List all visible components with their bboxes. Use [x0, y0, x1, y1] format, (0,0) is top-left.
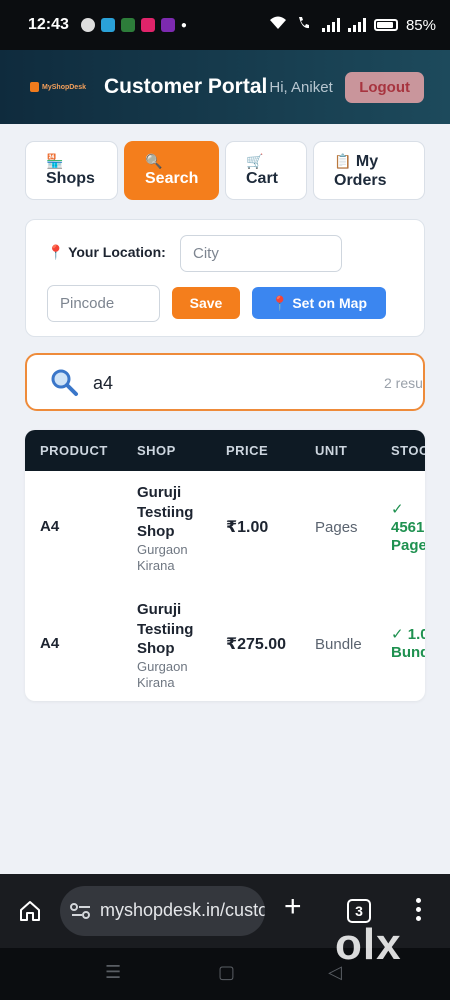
- stock-cell: ✓ 4561 Pages: [391, 501, 425, 555]
- app-notification-icon: [160, 18, 175, 32]
- watermark: olx: [335, 920, 402, 969]
- site-settings-icon[interactable]: [70, 902, 92, 925]
- price-cell: ₹275.00: [226, 636, 287, 653]
- search-icon: 🔍: [145, 153, 163, 169]
- nav-tabs: 🏪 Shops 🔍 Search 🛒 Cart 📋 My Orders: [25, 141, 425, 200]
- city-input[interactable]: [180, 235, 342, 272]
- status-time: 12:43: [28, 16, 69, 33]
- location-label: 📍 Your Location:: [47, 244, 166, 260]
- stock-quantity: ✓ 1.00: [391, 626, 425, 643]
- more-dot-icon: ●: [180, 19, 187, 31]
- shop-icon: 🏪: [46, 153, 64, 169]
- logo-mark-icon: [30, 82, 40, 92]
- status-bar: 12:43 ● 85%: [0, 0, 450, 50]
- shop-name: Guruji Testiing Shop: [137, 601, 194, 657]
- battery-icon: [373, 19, 398, 31]
- stock-unit: Bundle: [391, 644, 425, 661]
- signal-icon: [321, 18, 340, 32]
- tab-label: Cart: [246, 170, 279, 187]
- tab-my-orders[interactable]: 📋 My Orders: [313, 141, 425, 200]
- shop-name: Guruji Testiing Shop: [137, 484, 194, 540]
- shop-location: Gurgaon Kirana: [137, 658, 188, 690]
- pincode-input[interactable]: [47, 285, 160, 322]
- set-on-map-button[interactable]: 📍 Set on Map: [252, 287, 386, 319]
- column-header-unit: UNIT: [315, 443, 348, 458]
- product-cell: A4: [40, 635, 60, 652]
- brand-logo[interactable]: MyShopDesk: [30, 77, 86, 97]
- tab-search[interactable]: 🔍 Search: [124, 141, 219, 200]
- logo-text: MyShopDesk: [42, 83, 86, 91]
- results-table: PRODUCT SHOP PRICE UNIT STOCK A4 Guruji …: [25, 430, 425, 701]
- stock-cell: ✓ 1.00 Bundle: [391, 626, 425, 662]
- product-cell: A4: [40, 518, 60, 535]
- home-nav-icon[interactable]: ▢: [218, 962, 235, 983]
- results-count: 2 results found: [384, 375, 425, 391]
- tab-shops[interactable]: 🏪 Shops: [25, 141, 118, 200]
- save-location-button[interactable]: Save: [172, 287, 240, 319]
- call-icon: [296, 15, 314, 35]
- search-bar[interactable]: 2 results found: [25, 353, 425, 411]
- unit-cell: Pages: [315, 519, 358, 536]
- column-header-product: PRODUCT: [40, 443, 108, 458]
- column-header-stock: STOCK: [391, 443, 425, 458]
- location-card: 📍 Your Location: Save 📍 Set on Map: [25, 219, 425, 337]
- shop-cell: Guruji Testiing Shop Gurgaon Kirana: [137, 600, 217, 691]
- url-text: myshopdesk.in/customer: [100, 900, 265, 920]
- new-tab-icon[interactable]: +: [284, 892, 302, 922]
- more-menu-icon[interactable]: [416, 898, 422, 925]
- table-row[interactable]: A4 Guruji Testiing Shop Gurgaon Kirana ₹…: [25, 471, 425, 588]
- logout-button[interactable]: Logout: [345, 71, 424, 103]
- search-input[interactable]: [93, 369, 293, 397]
- stock-unit: Pages: [391, 537, 425, 554]
- shop-location: Gurgaon Kirana: [137, 541, 188, 573]
- column-header-price: PRICE: [226, 443, 269, 458]
- address-bar[interactable]: myshopdesk.in/customer: [60, 886, 265, 936]
- app-notification-icon: [120, 18, 135, 32]
- cart-icon: 🛒: [246, 153, 264, 169]
- stock-quantity: 4561: [391, 519, 425, 536]
- search-icon: [49, 367, 79, 404]
- stock-check: ✓: [391, 501, 404, 518]
- app-notification-icon: [100, 18, 115, 32]
- tab-label: 📋 My Orders: [334, 152, 387, 189]
- tab-cart[interactable]: 🛒 Cart: [225, 141, 307, 200]
- page-title: Customer Portal: [104, 75, 268, 98]
- table-row[interactable]: A4 Guruji Testiing Shop Gurgaon Kirana ₹…: [25, 588, 425, 701]
- unit-cell: Bundle: [315, 636, 362, 653]
- chat-notification-icon: [80, 18, 95, 32]
- wifi-icon: [268, 15, 288, 35]
- battery-level: 85%: [405, 16, 436, 34]
- clipboard-icon: 📋: [334, 152, 352, 169]
- user-greeting: Hi, Aniket: [269, 78, 333, 96]
- column-header-shop: SHOP: [137, 443, 176, 458]
- recent-apps-icon[interactable]: ☰: [105, 962, 121, 983]
- notification-icons: ●: [80, 18, 187, 32]
- price-cell: ₹1.00: [226, 519, 269, 536]
- app-header: MyShopDesk Customer Portal Hi, Aniket Lo…: [0, 50, 450, 124]
- tab-label: Shops: [46, 170, 95, 187]
- app-notification-icon: [140, 18, 155, 32]
- table-header: PRODUCT SHOP PRICE UNIT STOCK: [25, 430, 425, 471]
- shop-cell: Guruji Testiing Shop Gurgaon Kirana: [137, 483, 217, 574]
- signal-icon: [347, 18, 366, 32]
- tab-label: Search: [145, 170, 199, 187]
- home-icon[interactable]: [18, 899, 42, 923]
